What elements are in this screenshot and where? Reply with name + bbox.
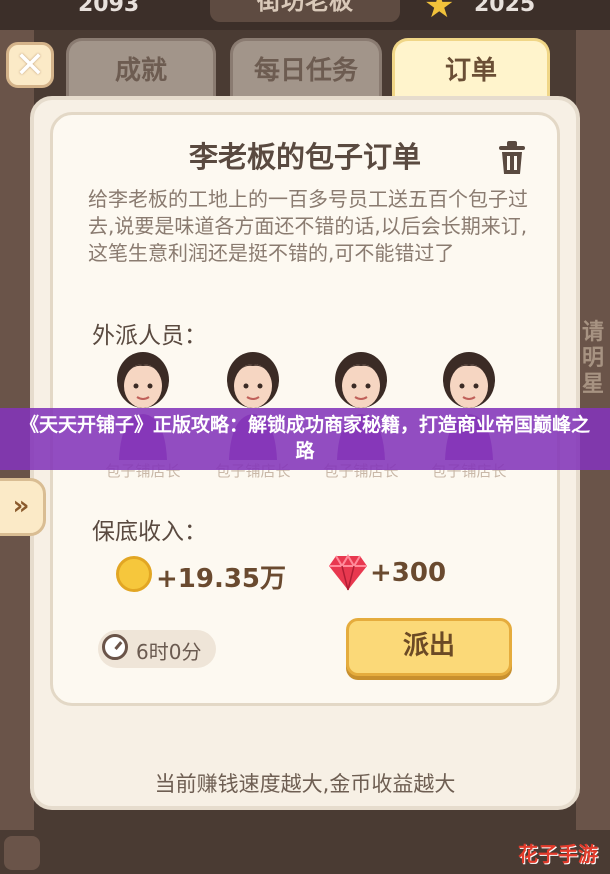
- staff-label: 外派人员：: [92, 323, 207, 349]
- clock-icon: [102, 634, 128, 660]
- tab-label: 每日任务: [253, 56, 358, 86]
- expand-side-button[interactable]: »: [0, 478, 46, 536]
- trash-icon[interactable]: [496, 140, 528, 176]
- shop-name-plate: 街坊老板: [210, 0, 400, 22]
- tab-label: 订单: [444, 56, 497, 86]
- article-title-banner: 《天天开铺子》正版攻略：解锁成功商家秘籍，打造商业帝国巅峰之路: [0, 408, 610, 470]
- star-counter: 2025: [474, 0, 536, 17]
- order-description: 给李老板的工地上的一百多号员工送五百个包子过去,说要是味道各方面还不错的话,以后…: [88, 187, 528, 265]
- dispatch-label: 派出: [402, 631, 455, 661]
- game-top-bar: 2093 街坊老板 ★ 2025: [0, 0, 610, 30]
- double-chevron-right-icon: »: [12, 491, 30, 521]
- income-label: 保底收入：: [92, 519, 207, 545]
- score-counter: 2093: [78, 0, 140, 17]
- dispatch-button[interactable]: 派出: [346, 618, 512, 676]
- banner-text: 《天天开铺子》正版攻略：解锁成功商家秘籍，打造商业帝国巅峰之路: [20, 414, 591, 462]
- coin-reward: +19.35万: [156, 564, 287, 594]
- close-icon: ✕: [14, 44, 46, 86]
- order-title: 李老板的包子订单: [188, 140, 421, 174]
- close-button[interactable]: ✕: [6, 42, 54, 88]
- settings-icon[interactable]: [4, 836, 40, 870]
- tab-label: 成就: [114, 56, 167, 86]
- side-label: 请明星: [582, 320, 605, 397]
- gem-reward: +300: [370, 558, 447, 588]
- duration-text: 6时0分: [136, 640, 202, 664]
- duration-badge: 6时0分: [98, 630, 216, 668]
- star-icon: ★: [424, 0, 455, 26]
- watermark: 花子手游: [518, 842, 598, 866]
- coin-icon: [116, 556, 152, 592]
- gem-icon: [329, 554, 367, 591]
- footer-hint: 当前赚钱速度越大,金币收益越大: [154, 772, 456, 796]
